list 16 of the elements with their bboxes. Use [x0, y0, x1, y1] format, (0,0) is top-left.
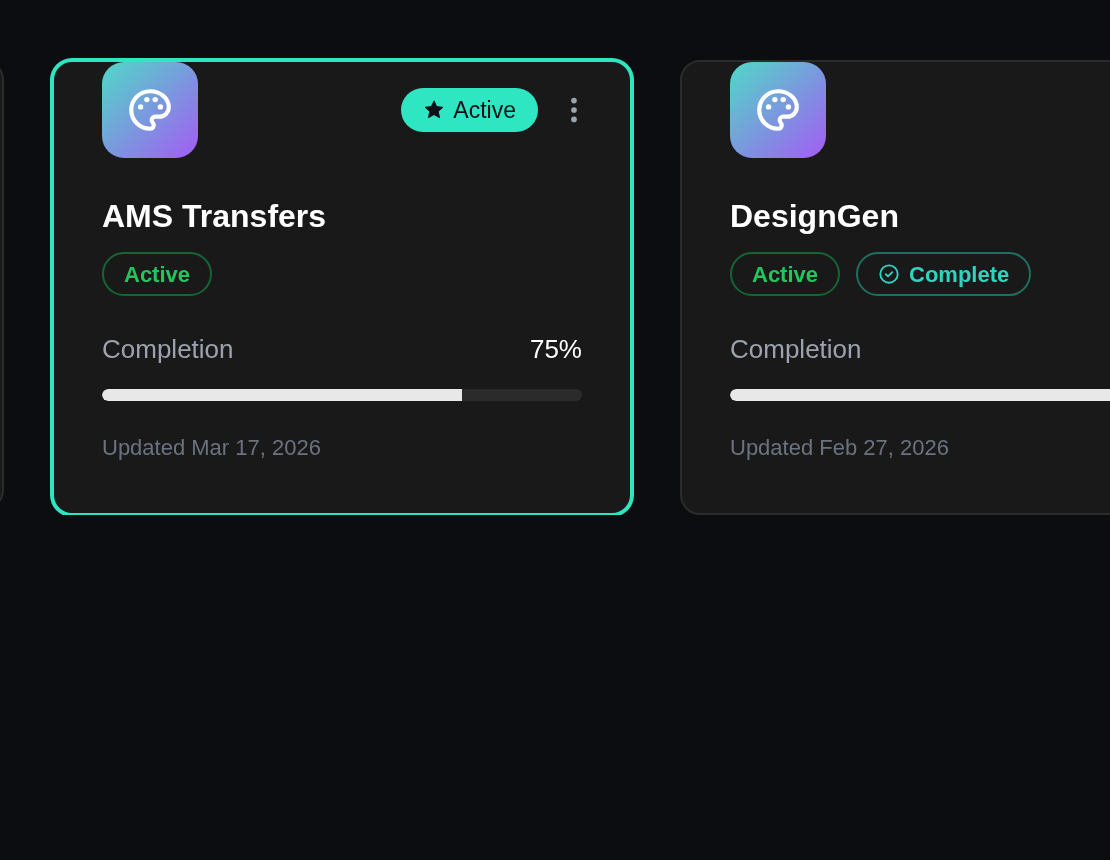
star-icon	[423, 99, 446, 121]
updated-date: Updated Feb 27, 2026	[730, 434, 950, 462]
check-circle-icon	[878, 263, 901, 285]
status-tag: Complete	[856, 252, 1032, 296]
status-tag: Active	[102, 252, 213, 296]
status-tag: Active	[730, 252, 841, 296]
project-card[interactable]: DesignGen Active Complete Completion Updated Feb 27, 2026	[680, 60, 1110, 515]
status-badge: Active	[401, 88, 538, 132]
kebab-icon	[570, 97, 578, 123]
project-card[interactable]: Active AMS Transfers Active Completion 75% Updated Mar 17, 2026	[52, 60, 632, 515]
progress-label: Completion	[730, 333, 862, 366]
progress-label: Completion	[102, 333, 234, 366]
card-title: DesignGen	[730, 197, 900, 236]
updated-date: Updated Mar 17, 2026	[102, 434, 322, 462]
progress-value: 75%	[529, 333, 582, 366]
card-title: AMS Transfers	[102, 197, 328, 236]
